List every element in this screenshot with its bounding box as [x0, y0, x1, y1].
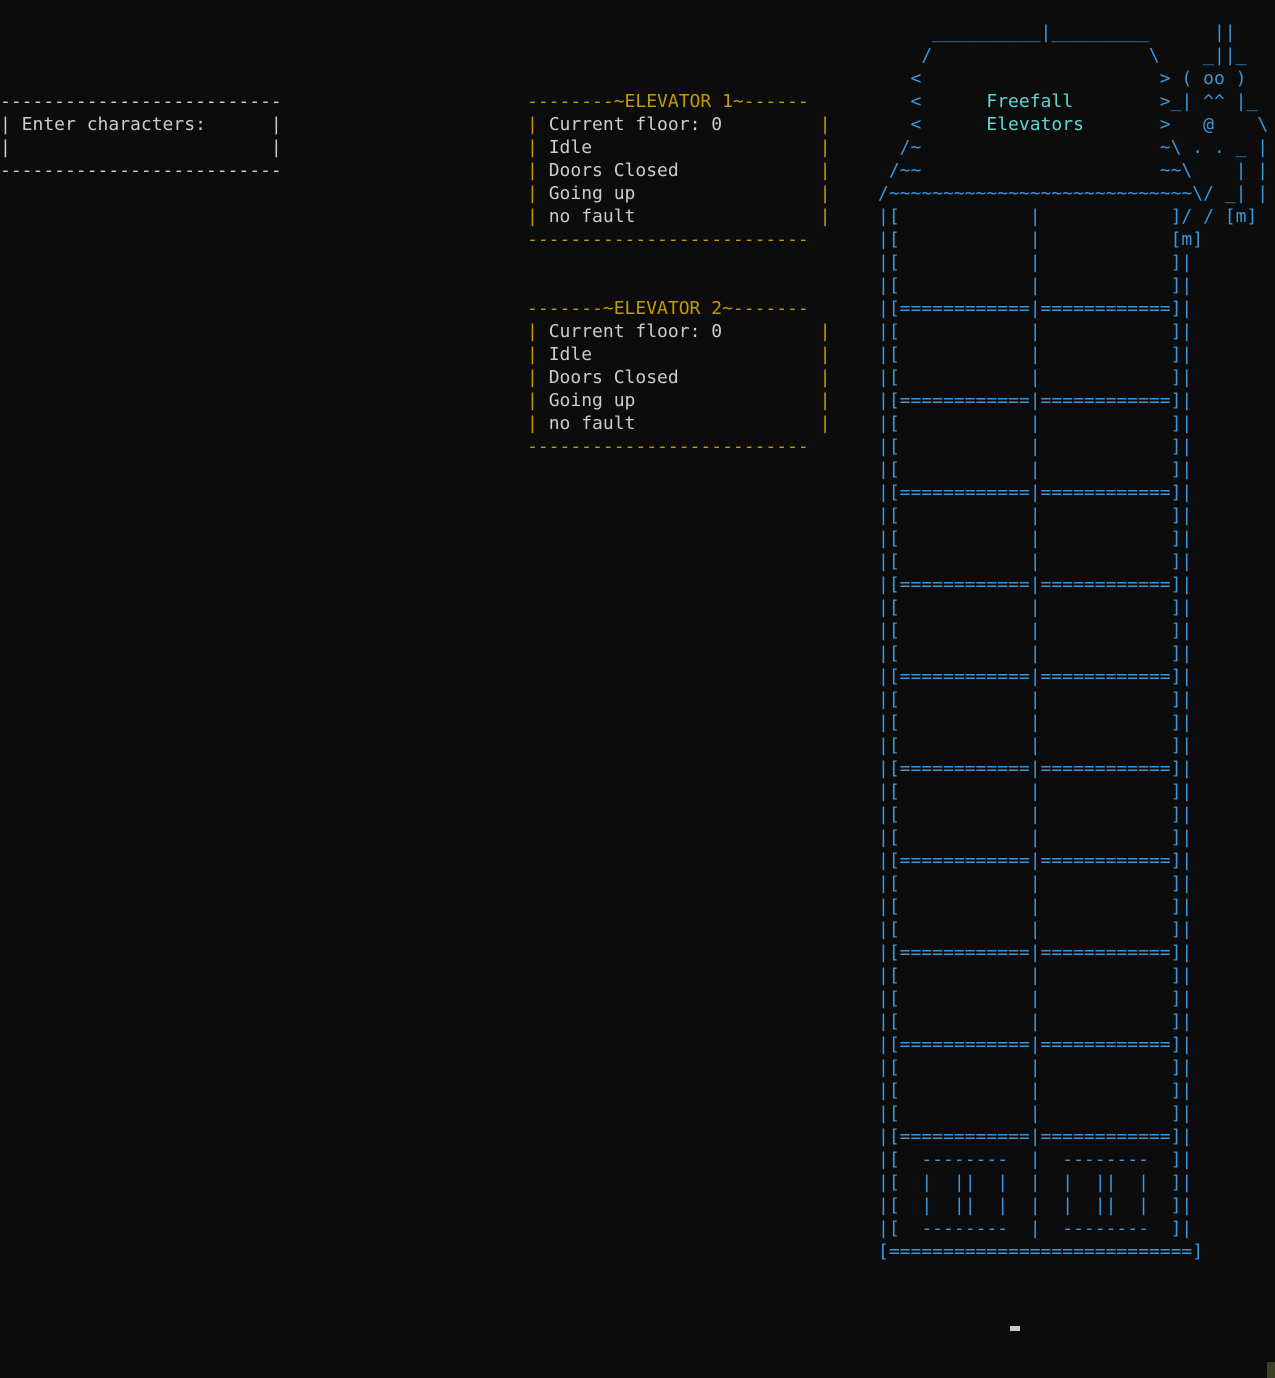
floor-divider: |[============|============]| — [878, 482, 1193, 503]
shaft-row: |[ | ]| — [878, 413, 1193, 434]
shaft-row: |[ | ]| — [878, 988, 1193, 1009]
shaft-row: |[ | ]| — [878, 781, 1193, 802]
sign-text-freefall: Freefall — [986, 91, 1074, 112]
roof-line: |[ | [m] — [878, 229, 1204, 250]
roof-line: /~ ~\ . . _ | — [878, 137, 1269, 158]
sign-text-elevators: Elevators — [986, 114, 1084, 135]
floor-divider: |[============|============]| — [878, 1034, 1193, 1055]
floor-divider: |[============|============]| — [878, 666, 1193, 687]
input-box-top-border: -------------------------- — [0, 91, 282, 112]
floor-divider: |[============|============]| — [878, 942, 1193, 963]
text-cursor — [1010, 1326, 1020, 1331]
lobby-line: |[ | || | | | || | ]| — [878, 1195, 1193, 1216]
shaft-row: |[ | ]| — [878, 643, 1193, 664]
shaft-row: |[ | ]| — [878, 735, 1193, 756]
elevator-2-footer: -------------------------- — [527, 436, 809, 457]
shaft-row: |[ | ]| — [878, 965, 1193, 986]
elevator-1-state: Idle — [548, 137, 593, 158]
shaft-row: |[ | ]| — [878, 1011, 1193, 1032]
elevator-2-fault: no fault — [548, 413, 636, 434]
lobby-line: |[ -------- | -------- ]| — [878, 1217, 1268, 1240]
elevator-1-direction: Going up — [548, 183, 636, 204]
shaft-row: |[ | ]| — [878, 321, 1193, 342]
shaft-row: |[ | ]| — [878, 459, 1193, 480]
floor-divider: |[============|============]| — [878, 390, 1193, 411]
scrollbar-thumb[interactable] — [1267, 1362, 1275, 1378]
shaft-row: |[ | ]| — [878, 896, 1193, 917]
elevator-1-doors: Doors Closed — [548, 160, 679, 181]
elevator-1-floor: Current floor: 0 — [548, 114, 723, 135]
elevator-2-header: -------~ELEVATOR 2~------- — [527, 298, 809, 319]
elevator-1-fault: no fault — [548, 206, 636, 227]
shaft-row: |[ | ]| — [878, 873, 1193, 894]
shaft-row: |[ | ]| — [878, 620, 1193, 641]
shaft-row: |[ | ]| — [878, 1080, 1193, 1101]
floor-divider: |[============|============]| — [878, 850, 1193, 871]
elevator-2-doors: Doors Closed — [548, 367, 679, 388]
elevator-1-footer: -------------------------- — [527, 229, 809, 250]
elevator-1-header: --------~ELEVATOR 1~------ — [527, 91, 809, 112]
shaft-row: |[ | ]| — [878, 689, 1193, 710]
shaft-row: |[ | ]| — [878, 597, 1193, 618]
roof-line: < > ( oo ) — [878, 68, 1247, 89]
lobby-line: |[ -------- | -------- ]| — [878, 1149, 1193, 1170]
shaft-row: |[ | ]| — [878, 436, 1193, 457]
roof-line: __________|_________ || — [878, 22, 1236, 43]
floor-divider: |[============|============]| — [878, 758, 1193, 779]
elevator-2-panel: -------~ELEVATOR 2~------- | Current floo… — [527, 298, 831, 457]
lobby-line-text: |[ -------- | -------- ]| — [878, 1218, 1193, 1239]
shaft-row: |[ | ]| — [878, 1103, 1193, 1124]
shaft-row: |[ | ]| — [878, 712, 1193, 733]
floor-divider: |[============|============]| — [878, 574, 1193, 595]
elevator-building-ascii: __________|_________ || / \ _||_ < > ( o… — [878, 21, 1268, 1263]
shaft-row: |[ | ]| — [878, 528, 1193, 549]
roof-line: |[ | ]/ / [m] — [878, 206, 1258, 227]
elevator-2-state: Idle — [548, 344, 593, 365]
shaft-row: |[ | ]| — [878, 804, 1193, 825]
shaft-row: |[ | ]| — [878, 505, 1193, 526]
floor-divider: |[============|============]| — [878, 298, 1193, 319]
shaft-row: |[ | ]| — [878, 827, 1193, 848]
elevator-2-floor: Current floor: 0 — [548, 321, 723, 342]
terminal-window[interactable]: -------------------------- | Enter charac… — [0, 0, 1275, 1378]
roof-line: < Elevators > @ \ — [878, 114, 1269, 135]
input-box[interactable]: -------------------------- | Enter charac… — [0, 90, 282, 182]
shaft-row: |[ | ]| — [878, 344, 1193, 365]
elevator-shafts: |[ | ]| |[ | ]| |[============|===========… — [878, 251, 1268, 1148]
roof-line: < Freefall >_| ^^ |_ — [878, 91, 1258, 112]
shaft-row: |[ | ]| — [878, 367, 1193, 388]
shaft-row: |[ | ]| — [878, 919, 1193, 940]
input-field[interactable]: | | — [0, 136, 282, 159]
shaft-row: |[ | ]| — [878, 1057, 1193, 1078]
input-prompt: | Enter characters: | — [0, 114, 282, 135]
floor-divider: |[============|============]| — [878, 1126, 1193, 1147]
roof-line: /~~~~~~~~~~~~~~~~~~~~~~~~~~~~\/ _| | — [878, 183, 1269, 204]
elevator-1-panel: --------~ELEVATOR 1~------ | Current floo… — [527, 91, 831, 250]
shaft-row: |[ | ]| — [878, 275, 1193, 296]
roof-line: / \ _||_ — [878, 45, 1247, 66]
roof-line: /~~ ~~\ | | — [878, 160, 1269, 181]
shaft-row: |[ | ]| — [878, 551, 1193, 572]
lobby-line: |[ | || | | | || | ]| — [878, 1172, 1193, 1193]
input-box-bottom-border: -------------------------- — [0, 160, 282, 181]
building-base: [============================] — [878, 1241, 1204, 1262]
shaft-row: |[ | ]| — [878, 252, 1193, 273]
elevator-2-direction: Going up — [548, 390, 636, 411]
